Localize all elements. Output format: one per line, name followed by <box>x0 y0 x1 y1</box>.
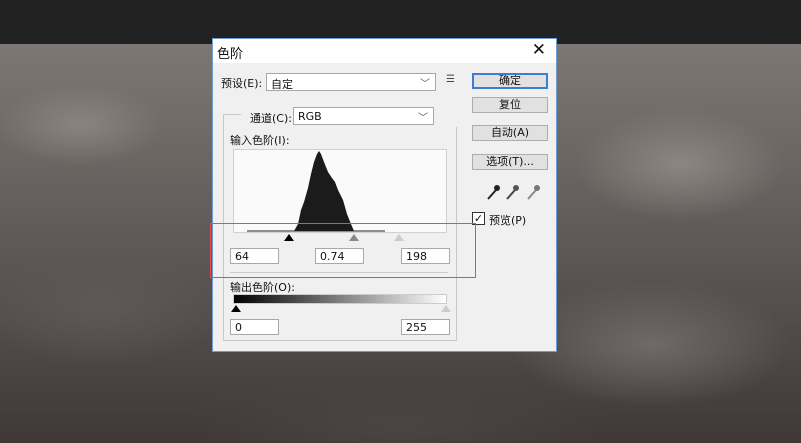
gray-eyedropper-icon[interactable] <box>506 185 519 200</box>
input-levels-label: 输入色阶(I): <box>230 134 290 147</box>
ok-button[interactable]: 确定 <box>472 73 548 89</box>
auto-button[interactable]: 自动(A) <box>472 125 548 141</box>
levels-dialog: 色阶 ✕ 预设(E): 自定 ﹀ ☰ 确定 复位 自动(A) 选项(T)... ✓… <box>212 38 557 352</box>
output-black-slider[interactable] <box>231 305 241 312</box>
channel-label: 通道(C): <box>250 112 292 125</box>
preset-options-icon[interactable]: ☰ <box>446 74 455 85</box>
close-icon[interactable]: ✕ <box>532 40 546 60</box>
preset-select[interactable]: 自定 ﹀ <box>266 73 436 91</box>
channel-value: RGB <box>298 110 322 123</box>
title-bar: 色阶 ✕ <box>213 39 556 63</box>
histogram-graph <box>247 151 385 232</box>
reset-button[interactable]: 复位 <box>472 97 548 113</box>
chevron-down-icon: ﹀ <box>418 113 428 124</box>
dialog-title: 色阶 <box>217 47 244 62</box>
highlight-annotation-box <box>210 223 476 278</box>
eyedroppers <box>486 182 556 202</box>
white-eyedropper-icon[interactable] <box>527 185 540 200</box>
output-gradient-bar <box>233 294 447 304</box>
output-black-field[interactable]: 0 <box>230 319 279 335</box>
output-levels-label: 输出色阶(O): <box>230 281 295 294</box>
options-button[interactable]: 选项(T)... <box>472 154 548 170</box>
preset-label: 预设(E): <box>221 77 263 90</box>
chevron-down-icon: ﹀ <box>420 79 430 90</box>
preview-label: 预览(P) <box>489 214 527 227</box>
output-white-slider[interactable] <box>441 305 451 312</box>
output-white-field[interactable]: 255 <box>401 319 450 335</box>
histogram <box>233 149 447 233</box>
black-eyedropper-icon[interactable] <box>487 185 500 200</box>
preset-value: 自定 <box>271 78 293 91</box>
channel-select[interactable]: RGB ﹀ <box>293 107 434 125</box>
